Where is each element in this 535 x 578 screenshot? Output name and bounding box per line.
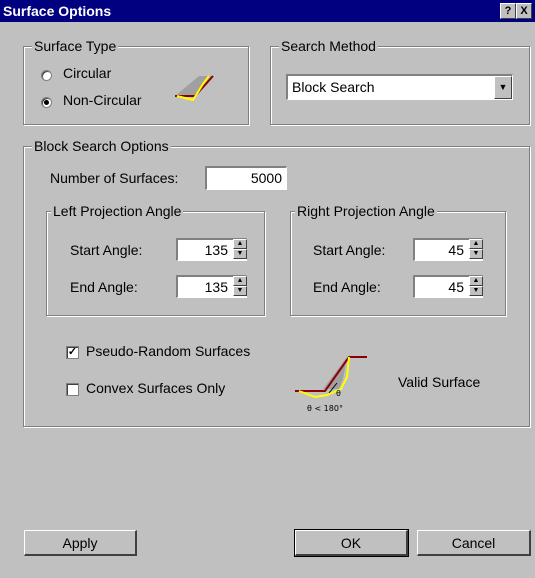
valid-surface-label: Valid Surface	[398, 374, 481, 390]
non-circular-radio[interactable]	[41, 97, 52, 108]
number-of-surfaces-label: Number of Surfaces:	[50, 170, 179, 186]
right-end-angle-label: End Angle:	[313, 279, 381, 295]
right-start-angle-value: 45	[448, 242, 464, 258]
valid-surface-diagram: θ θ < 180°	[295, 356, 367, 413]
spin-up-icon[interactable]: ▲	[233, 276, 247, 286]
close-button[interactable]: X	[516, 3, 532, 19]
search-method-dropdown[interactable]: Block Search ▼	[286, 74, 513, 100]
angle-caption: θ < 180°	[307, 404, 343, 413]
chevron-down-icon[interactable]: ▼	[494, 76, 512, 99]
right-projection-angle-label: Right Projection Angle	[295, 203, 437, 219]
search-method-group: Search Method Block Search ▼	[270, 38, 530, 125]
spin-down-icon[interactable]: ▼	[233, 249, 247, 259]
apply-button[interactable]: Apply	[24, 530, 137, 556]
help-button[interactable]: ?	[500, 3, 516, 19]
title-bar: Surface Options ? X	[0, 0, 535, 22]
theta-symbol: θ	[336, 389, 341, 398]
right-end-angle-spinner[interactable]: ▲ ▼	[469, 276, 483, 297]
cancel-button[interactable]: Cancel	[417, 530, 531, 556]
left-end-angle-spinner[interactable]: ▲ ▼	[233, 276, 247, 297]
block-search-options-label: Block Search Options	[32, 138, 171, 154]
search-method-value: Block Search	[292, 79, 375, 95]
spin-up-icon[interactable]: ▲	[469, 276, 483, 286]
block-search-options-group: Block Search Options Number of Surfaces:…	[23, 138, 530, 427]
non-circular-label: Non-Circular	[63, 92, 142, 108]
circular-label: Circular	[63, 65, 112, 81]
left-projection-angle-label: Left Projection Angle	[51, 203, 184, 219]
right-end-angle-input[interactable]: 45 ▲ ▼	[413, 275, 483, 298]
left-projection-angle-group: Left Projection Angle Start Angle: 135 ▲…	[46, 203, 265, 316]
right-end-angle-value: 45	[448, 279, 464, 295]
pseudo-random-label: Pseudo-Random Surfaces	[86, 343, 251, 359]
surface-type-label: Surface Type	[32, 38, 119, 54]
search-method-label: Search Method	[279, 38, 378, 54]
ok-button[interactable]: OK	[294, 529, 409, 557]
surface-type-group: Surface Type Circular Non-Circular	[23, 38, 249, 125]
non-circular-surface-icon	[175, 75, 214, 101]
left-end-angle-input[interactable]: 135 ▲ ▼	[176, 275, 247, 298]
right-start-angle-spinner[interactable]: ▲ ▼	[469, 239, 483, 260]
window-title: Surface Options	[3, 3, 112, 19]
spin-up-icon[interactable]: ▲	[233, 239, 247, 249]
spin-down-icon[interactable]: ▼	[233, 286, 247, 296]
convex-only-checkbox[interactable]	[66, 383, 79, 396]
number-of-surfaces-input[interactable]: 5000	[205, 166, 287, 190]
right-projection-angle-group: Right Projection Angle Start Angle: 45 ▲…	[290, 203, 506, 316]
spin-down-icon[interactable]: ▼	[469, 249, 483, 259]
left-start-angle-value: 135	[204, 242, 228, 258]
number-of-surfaces-value: 5000	[250, 170, 282, 186]
left-end-angle-label: End Angle:	[70, 279, 138, 295]
spin-down-icon[interactable]: ▼	[469, 286, 483, 296]
convex-only-label: Convex Surfaces Only	[86, 380, 226, 396]
circular-radio[interactable]	[41, 70, 52, 81]
spin-up-icon[interactable]: ▲	[469, 239, 483, 249]
right-start-angle-input[interactable]: 45 ▲ ▼	[413, 238, 483, 261]
pseudo-random-checkbox[interactable]: ✓	[66, 346, 79, 359]
right-start-angle-label: Start Angle:	[313, 242, 386, 258]
left-start-angle-spinner[interactable]: ▲ ▼	[233, 239, 247, 260]
left-start-angle-input[interactable]: 135 ▲ ▼	[176, 238, 247, 261]
left-start-angle-label: Start Angle:	[70, 242, 143, 258]
left-end-angle-value: 135	[204, 279, 228, 295]
